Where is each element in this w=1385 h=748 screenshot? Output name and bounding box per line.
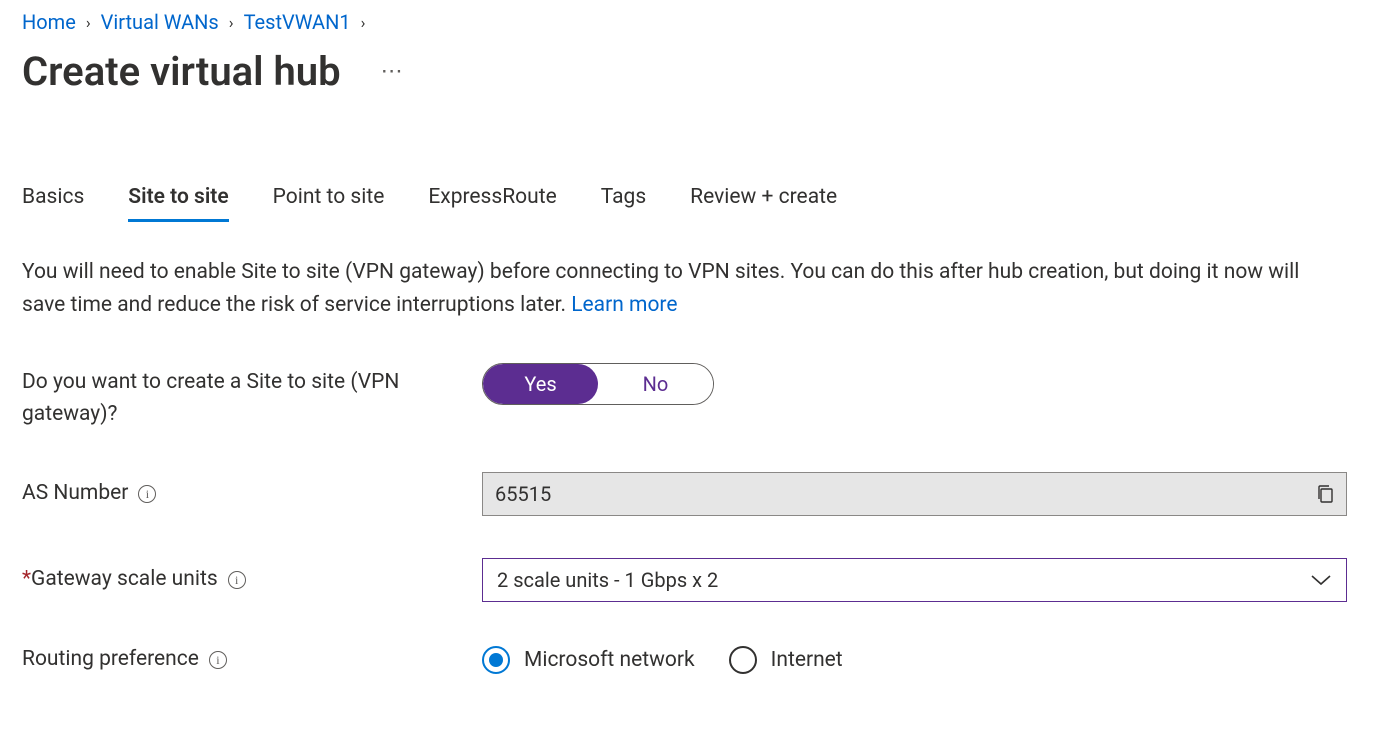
intro-text: You will need to enable Site to site (VP… <box>22 256 1332 321</box>
create-gateway-toggle: Yes No <box>482 363 714 405</box>
title-row: Create virtual hub ⋯ <box>22 48 1355 95</box>
breadcrumb-link-testvwan1[interactable]: TestVWAN1 <box>244 10 351 34</box>
info-icon[interactable]: i <box>138 485 156 503</box>
chevron-down-icon <box>1310 573 1332 587</box>
tab-site-to-site[interactable]: Site to site <box>128 185 228 222</box>
label-routing-text: Routing preference <box>22 644 199 676</box>
page-title: Create virtual hub <box>22 48 341 95</box>
breadcrumb-link-virtual-wans[interactable]: Virtual WANs <box>101 10 219 34</box>
chevron-right-icon: › <box>361 13 366 32</box>
as-number-field: 65515 <box>482 472 1347 516</box>
info-icon[interactable]: i <box>228 571 246 589</box>
breadcrumb: Home › Virtual WANs › TestVWAN1 › <box>22 10 1355 34</box>
tab-review-create[interactable]: Review + create <box>690 185 837 222</box>
radio-microsoft-network[interactable]: Microsoft network <box>482 646 695 674</box>
label-as-number: AS Number i <box>22 478 482 510</box>
as-number-value: 65515 <box>495 482 551 506</box>
tab-expressroute[interactable]: ExpressRoute <box>428 185 556 222</box>
radio-circle-checked <box>482 646 510 674</box>
copy-icon[interactable] <box>1316 484 1334 504</box>
toggle-no[interactable]: No <box>598 364 713 404</box>
info-icon[interactable]: i <box>209 651 227 669</box>
radio-internet[interactable]: Internet <box>729 646 843 674</box>
label-as-number-text: AS Number <box>22 478 128 510</box>
more-icon[interactable]: ⋯ <box>381 59 405 84</box>
learn-more-link[interactable]: Learn more <box>571 293 677 317</box>
tab-basics[interactable]: Basics <box>22 185 84 222</box>
radio-dot <box>489 653 503 667</box>
tabs: Basics Site to site Point to site Expres… <box>22 185 1355 222</box>
scale-units-value: 2 scale units - 1 Gbps x 2 <box>497 568 718 592</box>
chevron-right-icon: › <box>86 13 91 32</box>
label-routing-preference: Routing preference i <box>22 644 482 676</box>
tab-tags[interactable]: Tags <box>601 185 646 222</box>
radio-label-internet: Internet <box>771 648 843 672</box>
chevron-right-icon: › <box>229 13 234 32</box>
radio-circle <box>729 646 757 674</box>
label-create-gateway-text: Do you want to create a Site to site (VP… <box>22 367 482 430</box>
label-create-gateway: Do you want to create a Site to site (VP… <box>22 363 482 430</box>
toggle-yes[interactable]: Yes <box>483 364 598 404</box>
routing-preference-group: Microsoft network Internet <box>482 646 1355 674</box>
label-scale-units: *Gateway scale units i <box>22 564 482 596</box>
tab-point-to-site[interactable]: Point to site <box>273 185 385 222</box>
label-scale-units-text: Gateway scale units <box>31 567 218 591</box>
required-indicator: * <box>22 567 31 591</box>
breadcrumb-link-home[interactable]: Home <box>22 10 76 34</box>
radio-label-ms: Microsoft network <box>524 648 695 672</box>
scale-units-select[interactable]: 2 scale units - 1 Gbps x 2 <box>482 558 1347 602</box>
